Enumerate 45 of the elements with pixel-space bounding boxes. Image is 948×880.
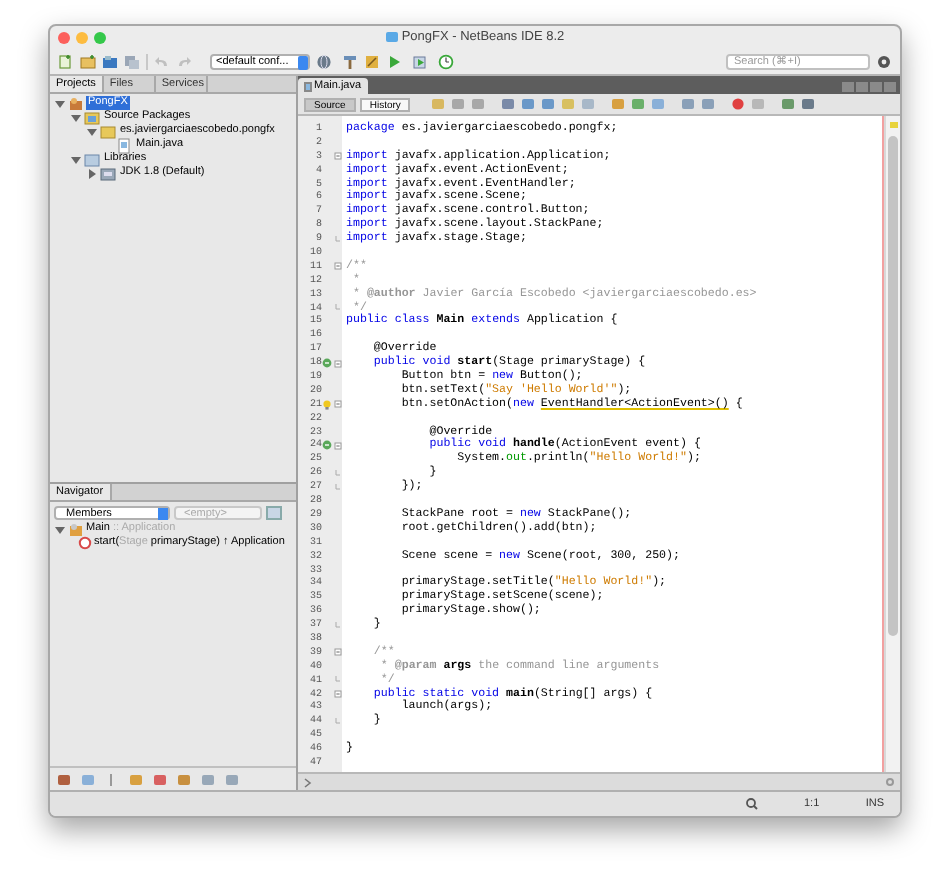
fold-icon[interactable] — [333, 648, 341, 657]
project-icon — [68, 95, 84, 111]
record-macro-icon[interactable] — [730, 96, 747, 112]
save-all-icon[interactable] — [124, 53, 140, 69]
debug-icon[interactable] — [412, 53, 432, 69]
expand-arrow-icon[interactable] — [70, 111, 82, 123]
notification-icon[interactable] — [745, 798, 758, 810]
new-file-icon[interactable] — [58, 53, 74, 69]
library-icon — [84, 151, 100, 167]
fold-icon[interactable] — [333, 689, 341, 698]
expand-arrow-icon[interactable] — [54, 97, 66, 109]
hammer-icon[interactable] — [342, 53, 358, 69]
redo-icon[interactable] — [176, 53, 192, 69]
override-icon[interactable] — [322, 358, 332, 369]
package-icon — [100, 123, 116, 139]
open-project-icon[interactable] — [102, 53, 118, 69]
close-button[interactable] — [58, 31, 70, 43]
folder-icon — [385, 32, 398, 42]
jdk-icon — [100, 165, 116, 181]
settings-icon[interactable] — [876, 53, 892, 69]
method-icon — [78, 536, 92, 550]
expand-arrow-icon[interactable] — [54, 523, 66, 535]
fold-icon[interactable] — [333, 441, 341, 450]
fold-icon[interactable] — [333, 152, 341, 161]
filter-icon[interactable] — [266, 505, 282, 519]
class-icon — [68, 521, 84, 537]
error-stripe-mark — [890, 122, 898, 128]
globe-icon[interactable] — [316, 53, 336, 69]
fold-icon[interactable] — [333, 359, 341, 368]
minimize-button[interactable] — [76, 31, 88, 43]
undo-icon[interactable] — [154, 53, 170, 69]
profile-icon[interactable] — [438, 53, 458, 69]
zoom-button[interactable] — [94, 31, 106, 43]
lightbulb-icon[interactable] — [322, 399, 332, 410]
override-icon[interactable] — [322, 440, 332, 451]
expand-arrow-icon[interactable] — [86, 167, 98, 179]
source-folder-icon — [84, 109, 100, 125]
fold-icon[interactable] — [333, 400, 341, 409]
new-project-icon[interactable] — [80, 53, 96, 69]
expand-arrow-icon[interactable] — [86, 125, 98, 137]
java-file-icon — [116, 137, 132, 153]
scrollbar[interactable] — [884, 116, 900, 772]
expand-arrow-icon[interactable] — [70, 153, 82, 165]
scroll-thumb[interactable] — [888, 136, 898, 636]
fold-icon[interactable] — [333, 262, 341, 271]
